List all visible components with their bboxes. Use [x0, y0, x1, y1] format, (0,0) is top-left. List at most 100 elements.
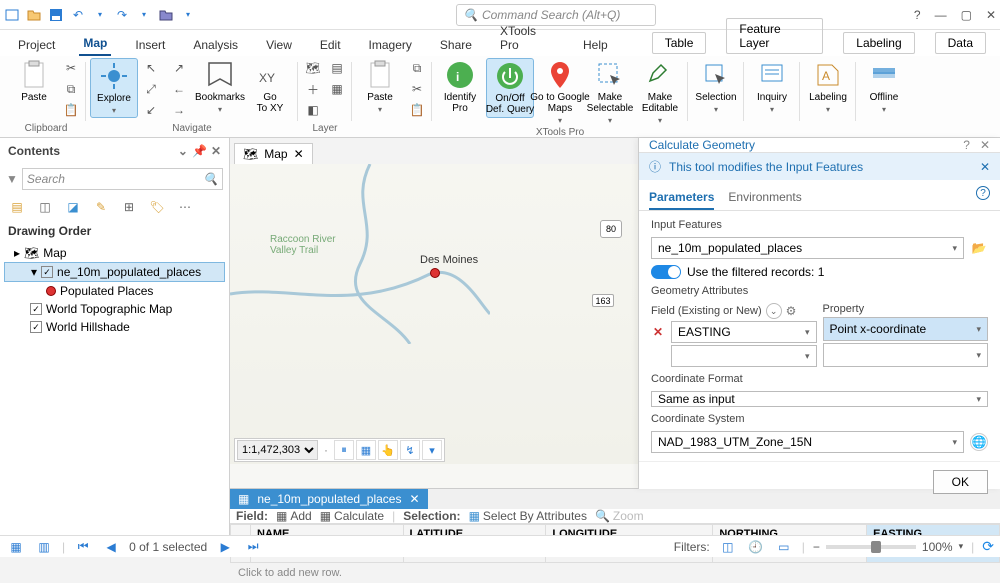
tab-parameters[interactable]: Parameters	[649, 186, 714, 210]
addpreset-icon[interactable]: ◧	[302, 100, 324, 120]
coord-system-select[interactable]: NAD_1983_UTM_Zone_15N▾	[651, 431, 964, 453]
tab-map[interactable]: Map	[79, 32, 111, 56]
bookmarks-button[interactable]: Bookmarks▾	[196, 58, 244, 116]
prev-icon[interactable]: ◀	[101, 538, 121, 556]
redo-dropdown-icon[interactable]: ▾	[136, 7, 152, 23]
explore-button[interactable]: Explore▾	[90, 58, 138, 118]
tab-view[interactable]: View	[262, 34, 296, 56]
sublayer-populated[interactable]: Populated Places	[4, 282, 225, 300]
paste-button[interactable]: Paste	[10, 58, 58, 105]
ok-button[interactable]: OK	[933, 470, 988, 494]
zoom-out-icon[interactable]: −	[813, 540, 820, 554]
maximize-icon[interactable]: ▢	[961, 8, 972, 22]
list-by-drawing-icon[interactable]: ▤	[8, 198, 26, 216]
context-tab-table[interactable]: Table	[652, 32, 707, 54]
drop-icon[interactable]: ▾	[422, 440, 442, 460]
makeeditable-button[interactable]: Make Editable▾	[636, 58, 684, 127]
browse-folder-icon[interactable]: 📂	[970, 239, 988, 257]
gotoxy-button[interactable]: XY Go To XY	[246, 58, 294, 116]
filter-time-icon[interactable]: 🕘	[746, 538, 766, 556]
input-features-select[interactable]: ne_10m_populated_places▾	[651, 237, 964, 259]
layer-b-icon[interactable]: ▦	[326, 79, 348, 99]
onoff-defquery-button[interactable]: On/Off Def. Query	[486, 58, 534, 118]
nav-ne-icon[interactable]: ↗	[168, 58, 190, 78]
filter-ext-icon[interactable]: ◫	[718, 538, 738, 556]
list-by-source-icon[interactable]: ◫	[36, 198, 54, 216]
close-icon[interactable]: ✕	[986, 8, 996, 22]
scale-select[interactable]: 1:1,472,303	[237, 440, 318, 460]
contents-close-icon[interactable]: ✕	[211, 144, 221, 158]
identifypro-button[interactable]: i Identify Pro	[436, 58, 484, 116]
open-project-icon[interactable]	[26, 7, 42, 23]
context-tab-data[interactable]: Data	[935, 32, 986, 54]
nav-next-icon[interactable]: →	[168, 100, 190, 120]
basemap-icon[interactable]: 🗺	[302, 58, 324, 78]
last-icon[interactable]: ⏭	[243, 538, 263, 556]
contents-search[interactable]: Search🔍	[22, 168, 223, 190]
globe-icon[interactable]: 🌐	[970, 433, 988, 451]
field-chevron-icon[interactable]: ⌄	[766, 303, 782, 319]
info-close-icon[interactable]: ✕	[980, 160, 990, 174]
layer-populated-places[interactable]: ▾✓ne_10m_populated_places	[4, 262, 225, 282]
calc-help-icon[interactable]: ?	[963, 138, 970, 152]
contents-menu-icon[interactable]: ⌄	[178, 144, 188, 158]
tab-imagery[interactable]: Imagery	[365, 34, 416, 56]
copy-icon[interactable]: ⧉	[60, 79, 82, 99]
tab-environments[interactable]: Environments	[728, 186, 801, 210]
clip-b-icon[interactable]: ✂	[406, 79, 428, 99]
filtered-toggle[interactable]	[651, 265, 681, 279]
filter-icon[interactable]: ▼	[6, 172, 18, 186]
copypath-icon[interactable]: 📋	[60, 100, 82, 120]
property-select-empty[interactable]: ▾	[823, 343, 989, 367]
field-select-empty[interactable]: ▾	[671, 345, 817, 367]
nav-full-icon[interactable]: ⤢	[140, 79, 162, 99]
snapping-icon[interactable]: 👆	[378, 440, 398, 460]
map-tab[interactable]: 🗺Map✕	[234, 143, 313, 164]
next-icon[interactable]: ▶	[215, 538, 235, 556]
undo-dropdown-icon[interactable]: ▾	[92, 7, 108, 23]
corrections-icon[interactable]: ↯	[400, 440, 420, 460]
filter-range-icon[interactable]: ▭	[774, 538, 794, 556]
list-by-editing-icon[interactable]: ✎	[92, 198, 110, 216]
clip-a-icon[interactable]: ⧉	[406, 58, 428, 78]
cut-icon[interactable]: ✂	[60, 58, 82, 78]
city-point-icon[interactable]	[430, 268, 440, 278]
offline-button[interactable]: Offline▾	[860, 58, 908, 116]
pause-icon[interactable]: ⏸	[334, 440, 354, 460]
refresh-icon[interactable]: ⟳	[982, 538, 994, 555]
map-tab-close-icon[interactable]: ✕	[294, 147, 304, 161]
grid-icon[interactable]: ▦	[356, 440, 376, 460]
add-row-hint[interactable]: Click to add new row.	[230, 563, 1000, 583]
field-gear-icon[interactable]: ⚙	[786, 304, 800, 318]
property-select[interactable]: Point x-coordinate▾	[823, 317, 989, 341]
paste2-button[interactable]: Paste▾	[356, 58, 404, 116]
nav-nw-icon[interactable]: ↖	[140, 58, 162, 78]
context-tab-labeling[interactable]: Labeling	[843, 32, 914, 54]
calculate-field-button[interactable]: ▦Calculate	[320, 509, 384, 523]
map-node[interactable]: ▸🗺Map	[4, 244, 225, 262]
attr-table-tab[interactable]: ▦ ne_10m_populated_places ✕	[230, 489, 428, 509]
save-icon[interactable]	[48, 7, 64, 23]
layer-a-icon[interactable]: ▤	[326, 58, 348, 78]
tab-insert[interactable]: Insert	[131, 34, 169, 56]
zoom-slider[interactable]	[826, 545, 916, 549]
field-select[interactable]: EASTING▾	[671, 321, 817, 343]
qat-customize-icon[interactable]: ▾	[180, 7, 196, 23]
add-field-button[interactable]: ▦Add	[276, 509, 312, 523]
list-by-labeling-icon[interactable]: 🏷	[148, 198, 166, 216]
calc-close-icon[interactable]: ✕	[980, 138, 990, 152]
list-by-selection-icon[interactable]: ◪	[64, 198, 82, 216]
remove-row-icon[interactable]: ✕	[651, 325, 665, 339]
tab-edit[interactable]: Edit	[316, 34, 345, 56]
tab-project[interactable]: Project	[14, 34, 59, 56]
select-by-attr-button[interactable]: ▦Select By Attributes	[469, 509, 587, 523]
layer-topographic[interactable]: ✓World Topographic Map	[4, 300, 225, 318]
layer-hillshade[interactable]: ✓World Hillshade	[4, 318, 225, 336]
tab-help[interactable]: Help	[579, 34, 612, 56]
selection-button[interactable]: Selection▾	[692, 58, 740, 116]
gotogoogle-button[interactable]: Go to Google Maps▾	[536, 58, 584, 127]
tab-help-icon[interactable]: ?	[976, 186, 990, 200]
makeselectable-button[interactable]: Make Selectable▾	[586, 58, 634, 127]
context-tab-featurelayer[interactable]: Feature Layer	[726, 18, 823, 54]
attr-tab-close-icon[interactable]: ✕	[409, 492, 419, 506]
